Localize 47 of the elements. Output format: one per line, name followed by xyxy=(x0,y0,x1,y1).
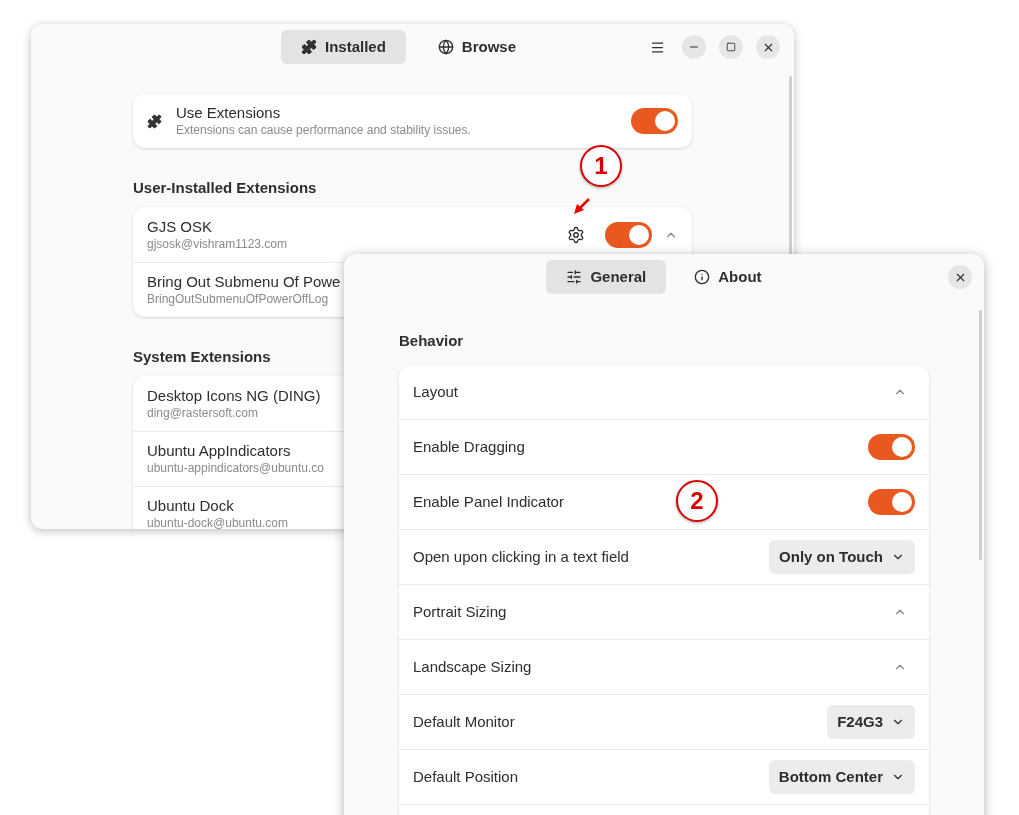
setting-label: Landscape Sizing xyxy=(413,656,532,677)
extension-id: ubuntu-dock@ubuntu.com xyxy=(147,515,288,529)
dropdown-button[interactable]: Bottom Center xyxy=(768,760,915,794)
puzzle-icon xyxy=(300,39,317,55)
dropdown-button[interactable]: Only on Touch xyxy=(769,540,915,574)
tab[interactable]: About xyxy=(674,260,782,294)
setting-label: Layout xyxy=(413,381,459,402)
maximize-icon xyxy=(726,42,736,52)
extension-id: ding@rastersoft.com xyxy=(147,404,258,422)
extension-name: Bring Out Submenu Of Powe xyxy=(147,272,341,291)
puzzle-icon xyxy=(147,113,162,129)
toggle-switch[interactable] xyxy=(605,221,652,248)
tab[interactable]: Installed xyxy=(280,30,406,64)
extension-id: gjsosk@vishram1123.com xyxy=(147,235,287,253)
row-subtitle: Extensions can cause performance and stability issues. xyxy=(176,122,472,138)
maximize-button[interactable] xyxy=(719,35,743,59)
setting-label: Enable Dragging xyxy=(413,436,525,457)
settings-icon[interactable] xyxy=(567,225,585,244)
extension-name: GJS OSK xyxy=(147,216,213,236)
globe-icon xyxy=(437,39,454,55)
setting-label: Enable Panel Indicator xyxy=(413,491,564,512)
setting-label: Default Monitor xyxy=(413,711,515,732)
setting-label: Default Position xyxy=(413,766,519,787)
tab[interactable]: General xyxy=(546,260,667,294)
section-heading: User-Installed Extensions xyxy=(133,179,318,197)
extension-id: BringOutSubmenuOfPowerOffLog xyxy=(147,291,329,308)
section-heading: System Extensions xyxy=(133,348,272,366)
info-icon xyxy=(694,269,711,285)
setting-label: Open upon clicking in a text field xyxy=(413,546,629,567)
scrollbar[interactable] xyxy=(979,310,982,560)
toggle-switch[interactable] xyxy=(868,489,915,515)
toggle-switch[interactable] xyxy=(868,434,915,460)
setting-label: Portrait Sizing xyxy=(413,601,507,622)
extension-name: Ubuntu Dock xyxy=(147,496,234,515)
minimize-button[interactable] xyxy=(682,35,706,59)
extension-name: Desktop Icons NG (DING) xyxy=(147,385,321,405)
section-heading: Behavior xyxy=(399,332,465,350)
extension-id: ubuntu-appindicators@ubuntu.co xyxy=(147,460,324,477)
close-button[interactable] xyxy=(756,35,780,59)
tab[interactable]: Browse xyxy=(417,30,536,64)
dropdown-button[interactable]: F24G3 xyxy=(827,705,915,739)
arrow-icon xyxy=(573,198,591,216)
row-title: Use Extensions xyxy=(176,104,282,122)
close-button[interactable] xyxy=(948,265,972,289)
sliders-icon xyxy=(566,269,583,285)
extension-name: Ubuntu AppIndicators xyxy=(147,441,291,460)
toggle-switch[interactable] xyxy=(631,108,678,134)
